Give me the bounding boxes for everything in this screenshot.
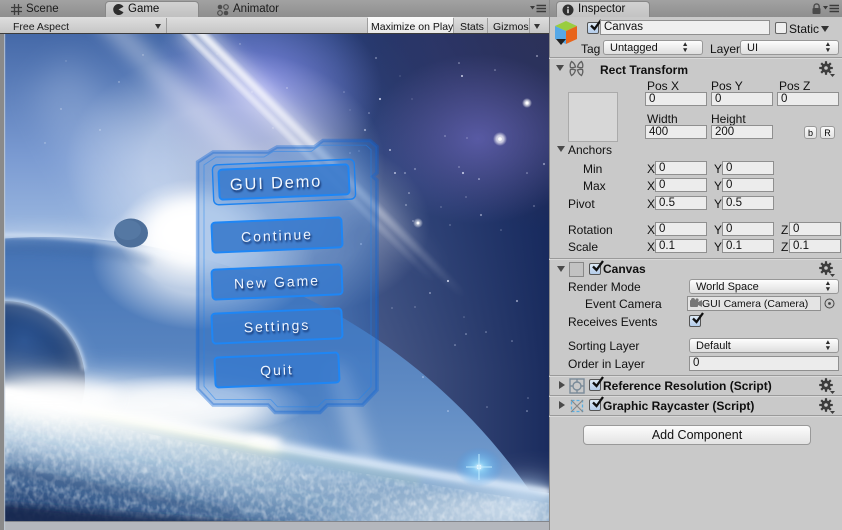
svg-text:Continue: Continue	[241, 226, 314, 245]
svg-text:Quit: Quit	[260, 361, 294, 378]
svg-text:Settings: Settings	[243, 317, 310, 336]
